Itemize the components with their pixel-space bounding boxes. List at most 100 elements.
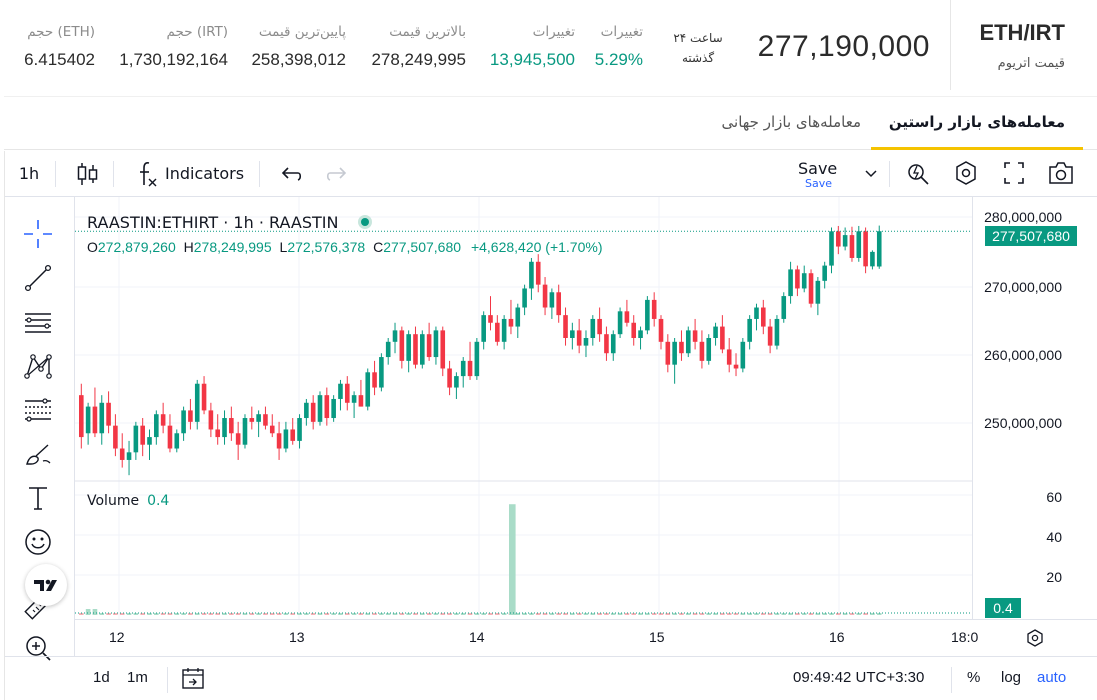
price-axis-label: 270,000,000 (984, 279, 1062, 295)
candle-body (140, 425, 145, 445)
volume-bar (460, 613, 466, 615)
candle-body (761, 307, 766, 327)
candle-body (310, 402, 316, 422)
clock-timezone[interactable]: 09:49:42 UTC+3:30 (793, 669, 924, 686)
period-line1: ۲۴ ساعت (673, 31, 723, 45)
volume-bar (92, 609, 98, 615)
range-1m-button[interactable]: 1m (127, 669, 148, 686)
candle-body (522, 288, 527, 308)
indicators-button[interactable]: Indicators (165, 151, 247, 197)
toolbar-divider (167, 667, 168, 693)
candle-body (420, 334, 425, 365)
volume-bar (85, 609, 91, 615)
candle-body (604, 334, 609, 354)
pattern-icon[interactable] (21, 349, 55, 383)
candle-body (269, 425, 275, 434)
stat-high: بالاترین قیمت 278,249,995 (371, 24, 466, 70)
emoji-icon[interactable] (21, 525, 55, 559)
save-status: Save (805, 177, 833, 190)
candle-body (706, 338, 712, 361)
candle-body (699, 341, 705, 361)
candle-body (440, 330, 446, 369)
market-open-dot (357, 215, 372, 229)
candle-body (283, 429, 289, 449)
save-button[interactable]: Save (798, 159, 837, 178)
time-label: 15 (649, 629, 665, 645)
candle-body (79, 395, 84, 438)
candle-body (720, 326, 725, 350)
candle-body (317, 395, 323, 422)
toolbar-divider (951, 667, 952, 693)
settings-hexagon-icon[interactable] (951, 151, 981, 197)
volume-bar (474, 613, 480, 615)
chevron-down-icon[interactable] (861, 151, 881, 197)
time-label: 14 (469, 629, 485, 645)
horizontal-lines-icon[interactable] (21, 305, 55, 339)
crosshair-icon[interactable] (21, 217, 55, 251)
volume-bar (822, 613, 827, 615)
candle-body (338, 383, 343, 399)
tradingview-logo[interactable] (25, 564, 67, 606)
trend-line-icon[interactable] (21, 261, 55, 295)
price-axis[interactable]: 280,000,000 270,000,000 260,000,000 250,… (972, 197, 1082, 619)
candle-body (413, 334, 418, 365)
candle-body (331, 398, 336, 419)
stat-volume-irt: حجم (IRT) 1,730,192,164 (119, 24, 228, 70)
candle-body (379, 357, 384, 388)
candle-body (290, 429, 296, 441)
candle-body (829, 231, 834, 266)
fib-levels-icon[interactable] (21, 393, 55, 427)
candle-body (617, 311, 623, 335)
volume-bar (399, 613, 405, 615)
price-axis-label: 280,000,000 (984, 209, 1062, 225)
volume-bar (761, 613, 766, 615)
range-1d-button[interactable]: 1d (93, 669, 110, 686)
candle-body (106, 402, 111, 426)
axis-settings-icon[interactable] (1023, 626, 1047, 650)
calendar-goto-icon[interactable] (179, 666, 207, 692)
candle-body (263, 414, 268, 426)
tab-raastin-market[interactable]: معامله‌های بازار راستین (870, 97, 1083, 150)
candle-body (856, 231, 862, 258)
tab-global-market[interactable]: معامله‌های بازار جهانی (704, 97, 879, 150)
candle-body (754, 307, 759, 319)
camera-icon[interactable] (1045, 151, 1077, 197)
candle-body (542, 284, 548, 308)
price-chart[interactable] (75, 197, 972, 619)
candle-body (399, 330, 405, 361)
fullscreen-icon[interactable] (999, 151, 1029, 197)
stat-label: تغییرات (532, 24, 575, 40)
price-axis-label: 250,000,000 (984, 415, 1062, 431)
volume-bar (385, 613, 391, 615)
open-value: 272,879,260 (97, 239, 176, 255)
brush-icon[interactable] (21, 437, 55, 471)
log-toggle[interactable]: log (1001, 669, 1021, 686)
volume-bar (174, 613, 180, 615)
volume-spike-bar (509, 504, 516, 615)
stat-label: حجم (IRT) (166, 24, 229, 40)
text-tool-icon[interactable] (21, 481, 55, 515)
function-icon[interactable] (133, 151, 161, 197)
pair-title: ETH/IRT (979, 20, 1065, 45)
candle-body (863, 231, 868, 267)
candle-type-icon[interactable] (71, 151, 103, 197)
time-axis[interactable]: 12 13 14 15 16 18:0 (75, 619, 1097, 655)
auto-toggle[interactable]: auto (1037, 669, 1066, 686)
quick-search-icon[interactable] (903, 151, 933, 197)
interval-button[interactable]: 1h (11, 151, 47, 197)
undo-icon[interactable] (275, 151, 305, 197)
redo-icon[interactable] (323, 151, 353, 197)
stat-label: بالاترین قیمت (389, 24, 466, 40)
volume-label: Volume (87, 493, 140, 509)
candle-body (638, 330, 643, 338)
candle-body (733, 364, 739, 369)
candle-body (304, 402, 309, 419)
volume-value: 0.4 (147, 493, 170, 509)
candle-body (685, 330, 691, 354)
percent-toggle[interactable]: % (967, 669, 980, 686)
candle-body (249, 418, 255, 422)
period-line2: گذشته (681, 51, 715, 65)
volume-bar (808, 613, 814, 615)
candle-body (385, 341, 391, 358)
bottom-toolbar: 1d 1m 09:49:42 UTC+3:30 % log auto (5, 656, 1097, 700)
